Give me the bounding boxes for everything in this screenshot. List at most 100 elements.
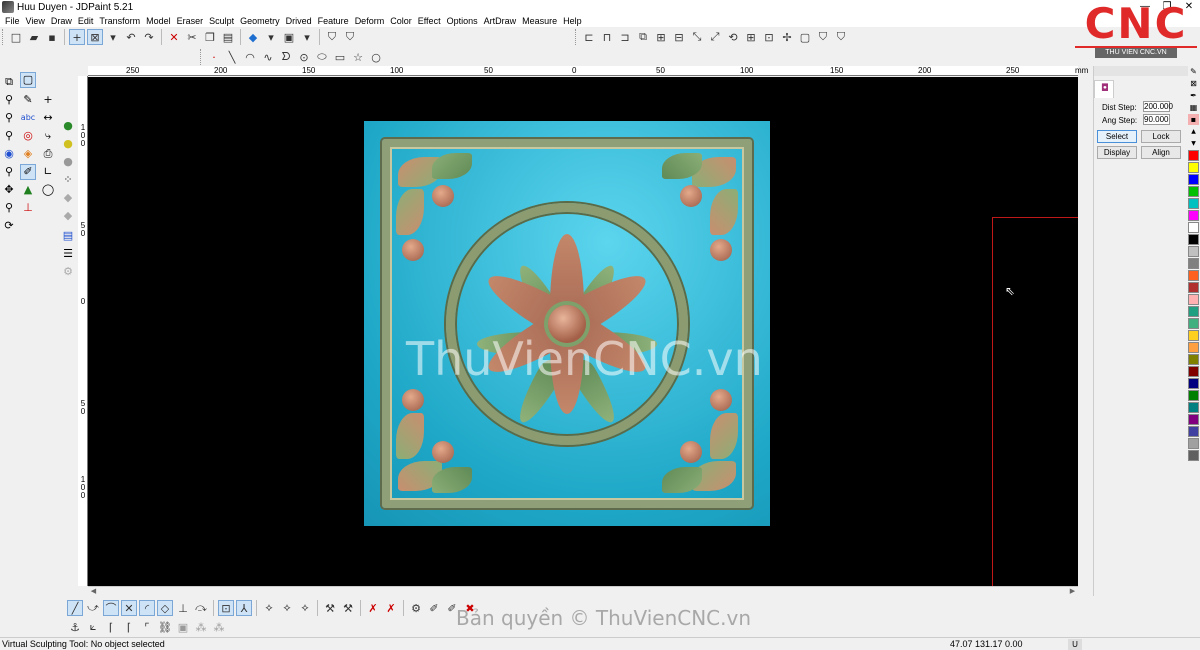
menu-sculpt[interactable]: Sculpt	[206, 16, 237, 26]
menu-file[interactable]: File	[2, 16, 23, 26]
cut-icon[interactable]: ✂	[184, 29, 200, 45]
menu-draw[interactable]: Draw	[48, 16, 75, 26]
curve-tool-icon[interactable]: ⤻	[85, 600, 101, 616]
corner-icon[interactable]: ⌈	[103, 619, 119, 635]
color-swatch[interactable]	[1188, 222, 1199, 233]
width-icon[interactable]: ↔	[40, 110, 56, 126]
camera-icon[interactable]: ⎙	[40, 146, 56, 162]
corner-dash-icon[interactable]: ⌜	[139, 619, 155, 635]
cross-icon[interactable]: ✢	[779, 29, 795, 45]
zoom-all-icon[interactable]: ⚲	[1, 164, 17, 180]
color-swatch[interactable]	[1188, 414, 1199, 425]
zoom-prev-icon[interactable]: ⚲	[1, 128, 17, 144]
menu-feature[interactable]: Feature	[315, 16, 352, 26]
color-swatch[interactable]	[1188, 378, 1199, 389]
curve-icon[interactable]: ∿	[260, 49, 276, 65]
color-swatch[interactable]	[1188, 354, 1199, 365]
cut-node-icon[interactable]: ✗	[383, 600, 399, 616]
perpendicular-icon[interactable]: ⊥	[175, 600, 191, 616]
toolbar-grip[interactable]	[200, 49, 203, 65]
bulb-green-icon[interactable]: ●	[60, 118, 76, 134]
color-swatch[interactable]	[1188, 342, 1199, 353]
align-button[interactable]: Align	[1141, 146, 1181, 159]
angle-cut-icon[interactable]: ⟀	[85, 619, 101, 635]
align-left-icon[interactable]: ⊏	[581, 29, 597, 45]
text-tool-icon[interactable]: abc	[20, 110, 36, 126]
color-swatch[interactable]	[1188, 162, 1199, 173]
delete-icon[interactable]: ✕	[166, 29, 182, 45]
box-icon[interactable]: ▣	[175, 619, 191, 635]
menu-measure[interactable]: Measure	[519, 16, 560, 26]
brush-icon[interactable]: ⚒	[340, 600, 356, 616]
texture-icon[interactable]: ▦	[1188, 102, 1199, 113]
shield-icon[interactable]: ⛉	[324, 29, 340, 45]
scroll-left-icon[interactable]: ◀	[88, 587, 99, 597]
save-icon[interactable]: ▪	[44, 29, 60, 45]
shaded-view-icon[interactable]: ◆	[245, 29, 261, 45]
zoom-icon[interactable]: ⚲	[1, 200, 17, 216]
new-file-icon[interactable]: □	[8, 29, 24, 45]
toolbar-grip[interactable]	[2, 29, 5, 45]
menu-help[interactable]: Help	[560, 16, 585, 26]
color-swatch[interactable]	[1188, 234, 1199, 245]
point-icon[interactable]: ·	[206, 49, 222, 65]
horizontal-scrollbar[interactable]: ◀ ▶	[88, 586, 1078, 597]
shield-icon[interactable]: ⛉	[833, 29, 849, 45]
menu-artdraw[interactable]: ArtDraw	[481, 16, 520, 26]
scroll-right-icon[interactable]: ▶	[1067, 587, 1078, 597]
sculpt-brush-icon[interactable]: ✐	[20, 164, 36, 180]
add-icon[interactable]: +	[40, 92, 56, 108]
transform-icon[interactable]: ⤡	[689, 29, 705, 45]
menu-options[interactable]: Options	[444, 16, 481, 26]
color-swatch[interactable]	[1188, 246, 1199, 257]
toolbar-grip[interactable]	[575, 29, 578, 45]
color-swatch[interactable]	[1188, 198, 1199, 209]
menu-edit[interactable]: Edit	[75, 16, 97, 26]
diamond-icon[interactable]: ◈	[20, 146, 36, 162]
open-folder-icon[interactable]: ▰	[26, 29, 42, 45]
no-color-icon[interactable]: ⊠	[1188, 78, 1199, 89]
circle-outline-icon[interactable]: ○	[368, 49, 384, 65]
snap-icon[interactable]: ⊡	[761, 29, 777, 45]
dropdown-arrow-icon[interactable]: ▾	[105, 29, 121, 45]
rotate-icon[interactable]: ⟲	[725, 29, 741, 45]
edit-icon[interactable]: ✐	[426, 600, 442, 616]
menu-color[interactable]: Color	[387, 16, 415, 26]
mirror-icon[interactable]: ⧉	[635, 29, 651, 45]
color-swatch[interactable]	[1188, 150, 1199, 161]
color-swatch[interactable]	[1188, 306, 1199, 317]
3d-view-icon[interactable]: ▣	[281, 29, 297, 45]
color-swatch[interactable]	[1188, 426, 1199, 437]
dropper-icon[interactable]: ✒	[1188, 90, 1199, 101]
branch-icon[interactable]: ⅄	[236, 600, 252, 616]
menu-deform[interactable]: Deform	[352, 16, 388, 26]
paste-icon[interactable]: ▤	[220, 29, 236, 45]
color-swatch[interactable]	[1188, 438, 1199, 449]
color-swatch[interactable]	[1188, 174, 1199, 185]
pattern-icon[interactable]: ⁘	[60, 172, 76, 188]
undo-icon[interactable]: ↶	[123, 29, 139, 45]
color-swatch[interactable]	[1188, 318, 1199, 329]
color-swatch[interactable]	[1188, 270, 1199, 281]
diamond-nodes-icon[interactable]: ⟡	[261, 600, 277, 616]
gear-icon[interactable]: ⚙	[60, 264, 76, 280]
arc-tool-icon[interactable]: ⌒	[103, 600, 119, 616]
pencil-icon[interactable]: ✎	[1188, 66, 1199, 77]
cut-node-icon[interactable]: ✗	[365, 600, 381, 616]
dist-step-input[interactable]: 200.000	[1143, 101, 1173, 112]
menu-drived[interactable]: Drived	[283, 16, 315, 26]
shield-icon[interactable]: ⛉	[342, 29, 358, 45]
mountain-icon[interactable]: ▲	[20, 182, 36, 198]
bulb-gray-icon[interactable]: ●	[60, 154, 76, 170]
color-swatch[interactable]	[1188, 450, 1199, 461]
target-icon[interactable]: ◎	[20, 128, 36, 144]
grid-icon[interactable]: ⊞	[743, 29, 759, 45]
crosshair-icon[interactable]: +	[69, 29, 85, 45]
menu-transform[interactable]: Transform	[96, 16, 143, 26]
gear-edit-icon[interactable]: ⚙	[408, 600, 424, 616]
scroll-down-icon[interactable]: ▼	[1188, 138, 1199, 149]
color-swatch[interactable]	[1188, 210, 1199, 221]
line-tool-icon[interactable]: ╱	[67, 600, 83, 616]
lock-button[interactable]: Lock	[1141, 130, 1181, 143]
stack-icon[interactable]: ☰	[60, 246, 76, 262]
